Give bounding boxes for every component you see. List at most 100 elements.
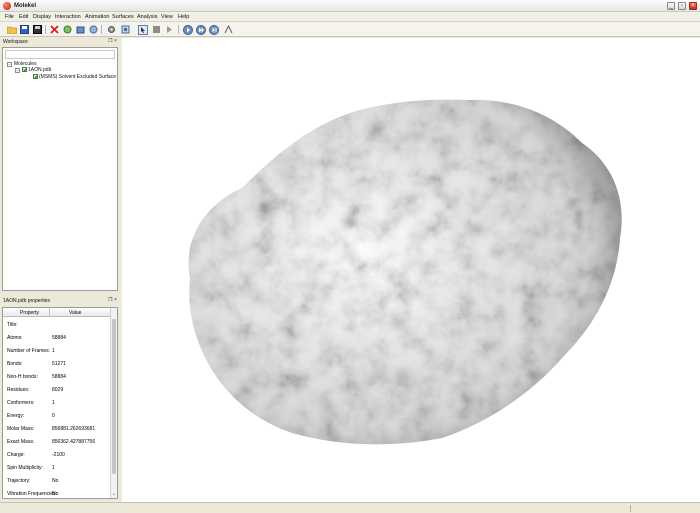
molecular-surface-render	[188, 99, 622, 445]
property-row[interactable]: Non-H bonds: 58884	[3, 370, 114, 383]
properties-table-header: Property Value	[3, 308, 114, 317]
property-value: 1	[52, 348, 55, 354]
tree-label-molecule: 1AON.pdb	[28, 67, 52, 73]
window-title: Molekel	[14, 3, 37, 9]
tree-item-surface[interactable]: (MSMS) Solvent Excluded Surface	[33, 74, 116, 80]
column-header-value[interactable]: Value	[69, 310, 81, 316]
property-row[interactable]: Charge: -2100	[3, 448, 114, 461]
molecule-3d-viewport[interactable]	[122, 38, 700, 502]
close-window-button[interactable]: ×	[689, 2, 697, 10]
menu-analysis[interactable]: Analysis	[137, 14, 157, 20]
title-bar: Molekel _ ▫ ×	[0, 0, 700, 12]
select-icon[interactable]	[137, 24, 148, 35]
menu-view[interactable]: View	[161, 14, 173, 20]
property-value: 0	[52, 413, 55, 419]
property-value: 8029	[52, 387, 64, 393]
toolbar-separator	[45, 25, 46, 34]
property-name: Conformers:	[7, 400, 35, 406]
toolbar	[0, 22, 700, 37]
property-name: Charge:	[7, 452, 25, 458]
property-value: 856881.262693681	[52, 426, 96, 432]
fit-view-icon[interactable]	[120, 24, 131, 35]
property-name: Vibration Frequencies:	[7, 491, 57, 497]
property-row[interactable]: Trajectory: No	[3, 474, 114, 487]
tree-label-surface: (MSMS) Solvent Excluded Surface	[39, 74, 116, 80]
menu-animation[interactable]: Animation	[85, 14, 109, 20]
property-row[interactable]: Molar Mass: 856881.262693681	[3, 422, 114, 435]
visibility-checkbox[interactable]	[22, 67, 27, 72]
open-folder-icon[interactable]	[6, 24, 17, 35]
play-icon[interactable]	[182, 24, 193, 35]
property-value: 58884	[52, 335, 66, 341]
collapse-icon[interactable]: −	[7, 62, 12, 67]
snapshot-icon[interactable]	[88, 24, 99, 35]
refresh-icon[interactable]	[62, 24, 73, 35]
forward-icon[interactable]	[195, 24, 206, 35]
status-divider	[630, 505, 631, 512]
property-name: Molar Mass:	[7, 426, 35, 432]
save-icon[interactable]	[19, 24, 30, 35]
menu-edit[interactable]: Edit	[19, 14, 28, 20]
property-name: Number of Frames:	[7, 348, 51, 354]
workspace-header-field	[5, 50, 115, 59]
scroll-down-icon[interactable]: ⌄	[111, 491, 117, 497]
property-row[interactable]: Bonds: 51271	[3, 357, 114, 370]
column-divider	[49, 308, 50, 317]
stop-icon[interactable]	[151, 24, 162, 35]
surface-shading	[188, 99, 622, 445]
menu-help[interactable]: Help	[178, 14, 189, 20]
next-frame-icon[interactable]	[164, 24, 175, 35]
property-value: 1	[52, 400, 55, 406]
property-name: Atoms:	[7, 335, 23, 341]
property-name: Energy:	[7, 413, 25, 419]
menu-surfaces[interactable]: Surfaces	[112, 14, 134, 20]
property-name: Trajectory:	[7, 478, 31, 484]
menu-display[interactable]: Display	[33, 14, 51, 20]
property-row[interactable]: Number of Frames: 1	[3, 344, 114, 357]
visibility-checkbox[interactable]	[33, 74, 38, 79]
menu-interaction[interactable]: Interaction	[55, 14, 81, 20]
collapse-icon[interactable]: −	[15, 68, 20, 73]
scrollbar-thumb[interactable]	[112, 319, 116, 474]
property-name: Bonds:	[7, 361, 23, 367]
property-row[interactable]: Vibration Frequencies: No	[3, 487, 114, 498]
property-name: Non-H bonds:	[7, 374, 38, 380]
menu-file[interactable]: File	[5, 14, 14, 20]
property-row[interactable]: Residues: 8029	[3, 383, 114, 396]
properties-panel: Property Value Title: Atoms: 58884 Number o…	[2, 307, 118, 499]
minimize-button[interactable]: _	[667, 2, 675, 10]
property-row[interactable]: Title:	[3, 318, 114, 331]
properties-scrollbar[interactable]: ⌄	[110, 308, 117, 498]
property-name: Exact Mass:	[7, 439, 35, 445]
property-value: 856362.427887756	[52, 439, 96, 445]
maximize-button[interactable]: ▫	[678, 2, 686, 10]
render-icon[interactable]	[75, 24, 86, 35]
property-name: Residues:	[7, 387, 30, 393]
properties-title: 1AON.pdb properties	[3, 298, 50, 304]
property-row[interactable]: Conformers: 1	[3, 396, 114, 409]
toolbar-separator	[178, 25, 179, 34]
property-name: Spin Multiplicity:	[7, 465, 43, 471]
measure-icon[interactable]	[223, 24, 234, 35]
menu-bar: File Edit Display Interaction Animation …	[0, 12, 700, 22]
property-row[interactable]: Energy: 0	[3, 409, 114, 422]
workspace-panel: − Molecules −1AON.pdb (MSMS) Solvent Excl…	[2, 47, 118, 291]
close-molecule-icon[interactable]	[49, 24, 60, 35]
tree-item-molecule[interactable]: − 1AON.pdb	[15, 67, 51, 73]
toolbar-separator	[101, 25, 102, 34]
property-value: 51271	[52, 361, 66, 367]
workspace-title: Workspace	[3, 39, 28, 45]
property-row[interactable]: Atoms: 58884	[3, 331, 114, 344]
column-header-property[interactable]: Property	[20, 310, 39, 316]
close-dock-icon[interactable]: ×	[114, 297, 117, 303]
property-row[interactable]: Exact Mass: 856362.427887756	[3, 435, 114, 448]
next-icon[interactable]	[208, 24, 219, 35]
workspace-dock-title: Workspace ❐ ×	[0, 37, 120, 46]
property-name: Title:	[7, 322, 18, 328]
property-row[interactable]: Spin Multiplicity: 1	[3, 461, 114, 474]
settings-icon[interactable]	[106, 24, 117, 35]
float-dock-icon[interactable]: ❐	[108, 38, 112, 44]
float-dock-icon[interactable]: ❐	[108, 297, 112, 303]
save-as-icon[interactable]	[32, 24, 43, 35]
close-dock-icon[interactable]: ×	[114, 38, 117, 44]
